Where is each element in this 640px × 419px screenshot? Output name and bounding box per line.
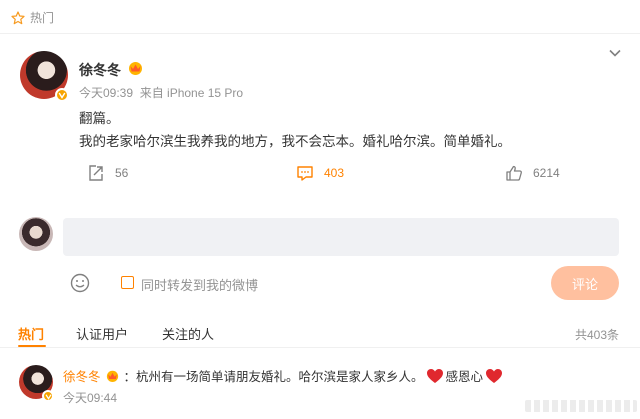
tab-hot[interactable]: 热门 [18, 324, 44, 343]
comment-text-end: 感恩心 [445, 370, 484, 384]
verified-badge-icon [42, 390, 54, 402]
comment-tabs: 热门 认证用户 关注的人 [0, 324, 640, 347]
post-body: 翻篇。 我的老家哈尔滨生我养我的地方，我不会忘本。婚礼哈尔滨。简单婚礼。 [79, 107, 511, 153]
repost-count: 56 [115, 166, 129, 180]
divider [0, 347, 640, 348]
action-bar: 56 403 6214 [0, 164, 640, 186]
current-user-avatar[interactable] [19, 217, 53, 251]
comment-item: 徐冬冬 ： 杭州有一场简单请朋友婚礼。哈尔滨是家人家乡人。 感恩心 [63, 366, 505, 385]
comment-count: 403 [324, 166, 345, 180]
comment-input[interactable] [63, 218, 619, 256]
heart-icon [426, 368, 443, 383]
comment-icon [297, 166, 313, 181]
commenter-name[interactable]: 徐冬冬 [63, 366, 101, 385]
tab-following[interactable]: 关注的人 [162, 324, 214, 343]
hot-section-header[interactable]: 热门 [10, 9, 54, 26]
watermark [525, 400, 637, 412]
repost-to-weibo-checkbox[interactable] [121, 276, 134, 289]
emoji-icon[interactable] [70, 273, 90, 293]
star-outline-icon [11, 10, 25, 24]
submit-comment-button[interactable]: 评论 [551, 266, 619, 300]
comment-separator: ： [123, 370, 137, 384]
chevron-down-icon[interactable] [608, 46, 622, 60]
thumbs-up-icon [506, 165, 522, 181]
post-timestamp[interactable]: 今天09:39 [79, 86, 133, 100]
comment-total: 共403条 [574, 328, 619, 342]
comment-timestamp: 今天09:44 [63, 391, 118, 405]
tab-verified-users[interactable]: 认证用户 [76, 324, 128, 343]
verified-badge-icon [55, 88, 69, 102]
crown-icon [129, 62, 142, 75]
crown-icon [106, 370, 118, 382]
like-button[interactable]: 6214 [505, 164, 560, 182]
post-line: 我的老家哈尔滨生我养我的地方，我不会忘本。婚礼哈尔滨。简单婚礼。 [79, 134, 511, 149]
post-line: 翻篇。 [79, 111, 120, 126]
post-meta: 今天09:39 来自 iPhone 15 Pro [79, 84, 243, 101]
heart-icon [486, 368, 503, 383]
like-count: 6214 [533, 166, 560, 180]
hot-section-label: 热门 [30, 11, 55, 25]
author-name[interactable]: 徐冬冬 [79, 60, 121, 80]
repost-icon [89, 165, 103, 181]
repost-to-weibo-label[interactable]: 同时转发到我的微博 [141, 275, 258, 294]
comment-button[interactable]: 403 [296, 164, 344, 182]
comment-text: 杭州有一场简单请朋友婚礼。哈尔滨是家人家乡人。 [136, 370, 424, 384]
divider [0, 33, 640, 34]
repost-button[interactable]: 56 [87, 164, 128, 182]
post-source: 来自 iPhone 15 Pro [139, 86, 244, 100]
